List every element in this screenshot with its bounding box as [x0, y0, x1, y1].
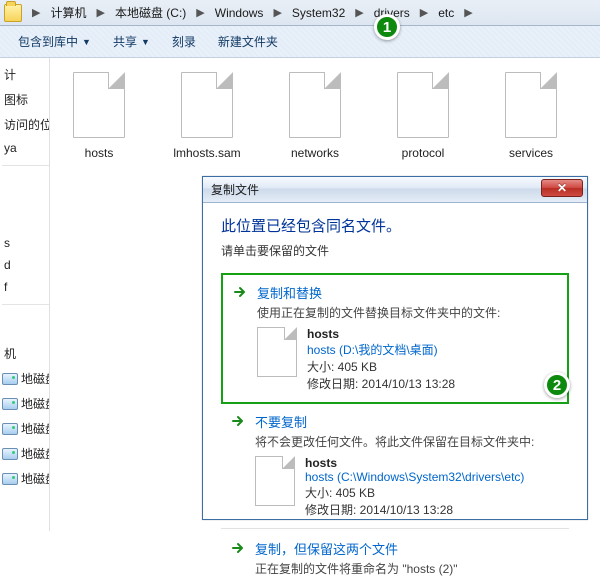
dialog-title: 复制文件 — [211, 181, 259, 198]
drive-icon — [2, 448, 18, 460]
drive-icon — [2, 423, 18, 435]
option-desc: 正在复制的文件将重命名为 "hosts (2)" — [255, 560, 561, 577]
file-item[interactable]: lmhosts.sam — [166, 72, 248, 160]
sidebar-item[interactable]: f — [2, 276, 49, 298]
breadcrumb-item[interactable]: etc — [432, 2, 460, 24]
close-icon: ✕ — [557, 181, 567, 195]
file-item[interactable]: protocol — [382, 72, 464, 160]
breadcrumb-item[interactable]: System32 — [286, 2, 351, 24]
drive-icon — [2, 473, 18, 485]
file-item[interactable]: services — [490, 72, 572, 160]
file-icon — [397, 72, 449, 138]
include-in-library-button[interactable]: 包含到库中▼ — [10, 30, 99, 53]
drive-item[interactable]: 地磁盘 (F:) — [2, 441, 49, 466]
sidebar-item[interactable]: 计 — [2, 62, 49, 87]
file-name: hosts — [58, 146, 140, 160]
address-bar: ▶ 计算机 ▶ 本地磁盘 (C:) ▶ Windows ▶ System32 ▶… — [0, 0, 600, 26]
annotation-badge-2: 2 — [544, 372, 570, 398]
dialog-subtext: 请单击要保留的文件 — [221, 242, 569, 259]
chevron-right-icon[interactable]: ▶ — [28, 6, 44, 19]
dialog-heading: 此位置已经包含同名文件。 — [221, 215, 569, 236]
chevron-right-icon[interactable]: ▶ — [351, 6, 367, 19]
sidebar: 计 图标 访问的位置 ya s d f 机 地磁盘 (C:) 地磁盘 (D:) … — [0, 58, 50, 531]
burn-button[interactable]: 刻录 — [164, 30, 204, 53]
file-icon — [73, 72, 125, 138]
chevron-right-icon[interactable]: ▶ — [460, 6, 476, 19]
file-icon — [181, 72, 233, 138]
copy-file-dialog: 复制文件 ✕ 此位置已经包含同名文件。 请单击要保留的文件 复制和替换 使用正在… — [202, 176, 588, 520]
file-name: hosts — [305, 456, 524, 470]
drive-icon — [2, 373, 18, 385]
drive-item[interactable]: 地磁盘 (D:) — [2, 391, 49, 416]
close-button[interactable]: ✕ — [541, 179, 583, 197]
file-path: hosts (D:\我的文档\桌面) — [307, 341, 455, 358]
file-date: 修改日期: 2014/10/13 13:28 — [307, 375, 455, 392]
drive-item[interactable]: 地磁盘 (T:) — [2, 466, 49, 491]
sidebar-item[interactable]: s — [2, 232, 49, 254]
new-folder-button[interactable]: 新建文件夹 — [210, 30, 286, 53]
drive-item[interactable]: 地磁盘 (E:) — [2, 416, 49, 441]
chevron-right-icon[interactable]: ▶ — [269, 6, 285, 19]
sidebar-item[interactable]: d — [2, 254, 49, 276]
file-path: hosts (C:\Windows\System32\drivers\etc) — [305, 470, 524, 484]
sidebar-item[interactable]: 访问的位置 — [2, 112, 49, 137]
share-button[interactable]: 共享▼ — [105, 30, 158, 53]
file-name: hosts — [307, 327, 455, 341]
chevron-right-icon[interactable]: ▶ — [416, 6, 432, 19]
file-size: 大小: 405 KB — [307, 358, 455, 375]
drive-icon — [2, 398, 18, 410]
option-copy-replace[interactable]: 复制和替换 使用正在复制的文件替换目标文件夹中的文件: hosts hosts … — [221, 273, 569, 404]
option-dont-copy[interactable]: 不要复制 将不会更改任何文件。将此文件保留在目标文件夹中: hosts host… — [221, 404, 569, 528]
sidebar-item[interactable]: ya — [2, 137, 49, 159]
dialog-titlebar[interactable]: 复制文件 ✕ — [203, 177, 587, 203]
file-icon — [505, 72, 557, 138]
file-icon — [289, 72, 341, 138]
breadcrumb-item[interactable]: 计算机 — [44, 2, 92, 24]
file-item[interactable]: networks — [274, 72, 356, 160]
folder-icon — [4, 4, 22, 22]
annotation-badge-1: 1 — [374, 14, 400, 40]
option-keep-both[interactable]: 复制，但保留这两个文件 正在复制的文件将重命名为 "hosts (2)" — [221, 531, 569, 577]
arrow-right-icon — [231, 283, 249, 392]
breadcrumb-item[interactable]: 本地磁盘 (C:) — [109, 2, 192, 24]
file-size: 大小: 405 KB — [305, 484, 524, 501]
toolbar: 包含到库中▼ 共享▼ 刻录 新建文件夹 — [0, 26, 600, 58]
option-title: 复制和替换 — [257, 283, 559, 302]
file-name: networks — [274, 146, 356, 160]
drive-item[interactable]: 地磁盘 (C:) — [2, 366, 49, 391]
option-desc: 将不会更改任何文件。将此文件保留在目标文件夹中: — [255, 433, 561, 450]
file-name: lmhosts.sam — [166, 146, 248, 160]
breadcrumb-item[interactable]: Windows — [209, 2, 270, 24]
file-name: protocol — [382, 146, 464, 160]
file-item[interactable]: hosts — [58, 72, 140, 160]
chevron-right-icon[interactable]: ▶ — [192, 6, 208, 19]
file-icon — [255, 456, 295, 506]
sidebar-item[interactable]: 图标 — [2, 87, 49, 112]
sidebar-item[interactable]: 机 — [2, 341, 49, 366]
option-desc: 使用正在复制的文件替换目标文件夹中的文件: — [257, 304, 559, 321]
chevron-right-icon[interactable]: ▶ — [92, 6, 108, 19]
arrow-right-icon — [229, 539, 247, 577]
option-title: 复制，但保留这两个文件 — [255, 539, 561, 558]
arrow-right-icon — [229, 412, 247, 518]
file-name: services — [490, 146, 572, 160]
chevron-down-icon: ▼ — [141, 37, 150, 47]
file-date: 修改日期: 2014/10/13 13:28 — [305, 501, 524, 518]
chevron-down-icon: ▼ — [82, 37, 91, 47]
file-icon — [257, 327, 297, 377]
option-title: 不要复制 — [255, 412, 561, 431]
